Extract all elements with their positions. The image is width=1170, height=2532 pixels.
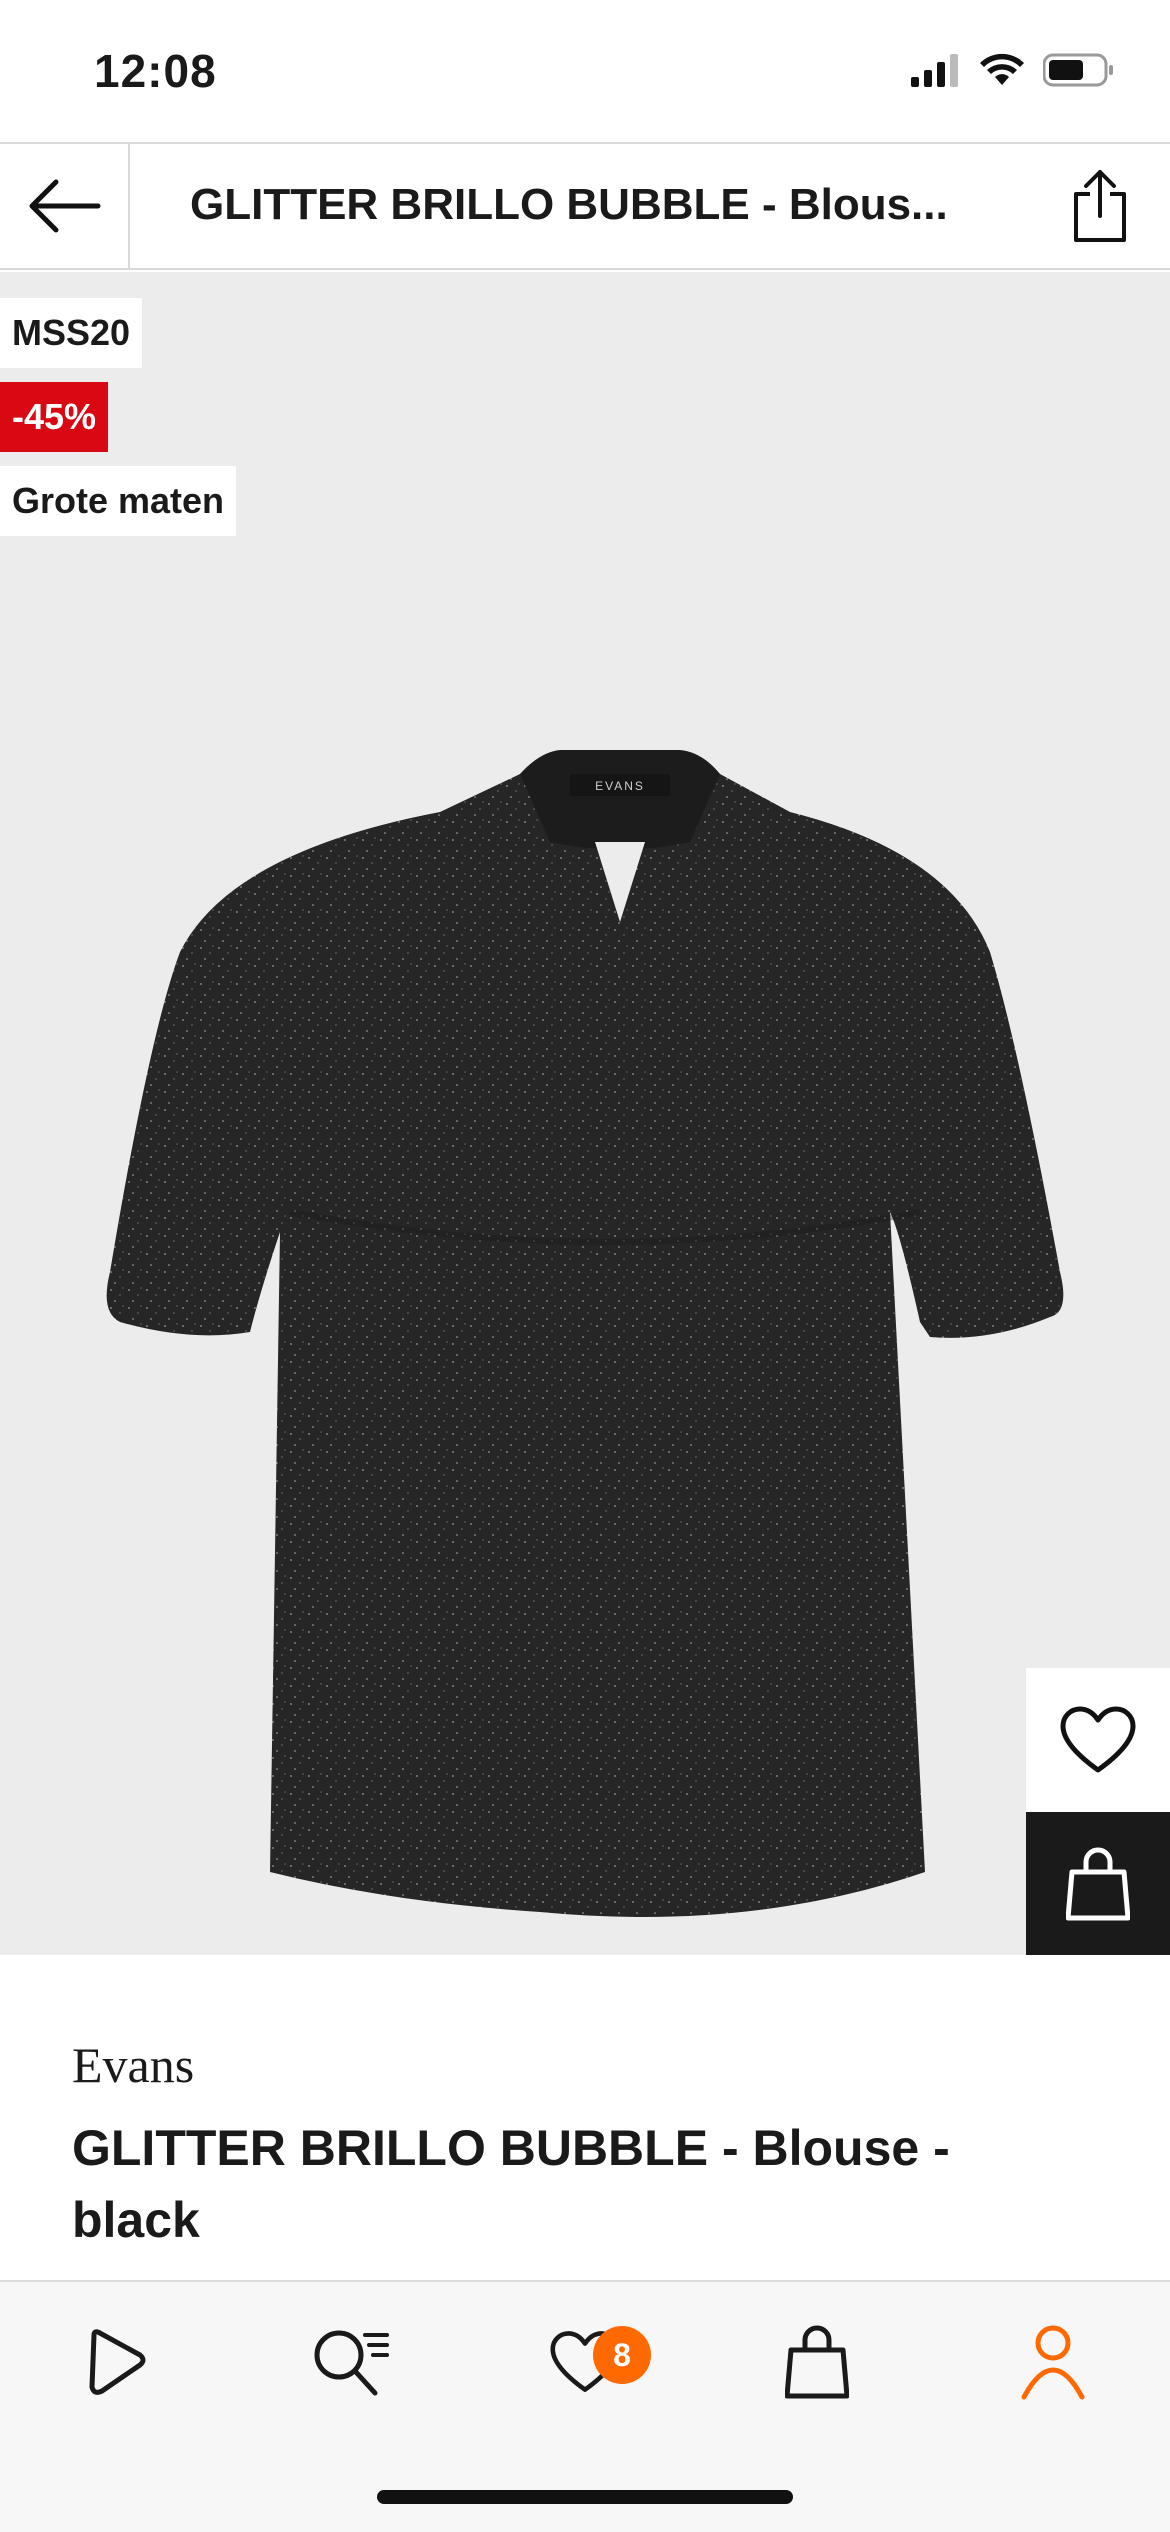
add-to-wishlist-button[interactable] xyxy=(1026,1668,1170,1812)
wishlist-count-badge: 8 xyxy=(593,2326,651,2384)
product-brand[interactable]: Evans xyxy=(72,2036,194,2094)
tab-profile[interactable] xyxy=(1003,2312,1103,2412)
product-image-carousel[interactable]: MSS20 -45% Grote maten EVANS xyxy=(0,272,1170,1955)
product-name: GLITTER BRILLO BUBBLE - Blouse - black xyxy=(72,2120,950,2248)
tab-search[interactable] xyxy=(300,2312,400,2412)
heart-icon xyxy=(1060,1706,1136,1773)
tab-wishlist[interactable]: 8 xyxy=(535,2312,651,2412)
top-navigation-bar: GLITTER BRILLO BUBBLE - Blous... xyxy=(0,142,1170,270)
garment-label: EVANS xyxy=(595,779,645,793)
home-icon xyxy=(89,2329,146,2395)
status-bar: 12:08 xyxy=(0,0,1170,142)
back-button[interactable] xyxy=(0,144,130,268)
status-icons xyxy=(911,52,1115,88)
search-list-icon xyxy=(314,2330,389,2396)
add-to-bag-button[interactable] xyxy=(1026,1812,1170,1955)
wifi-icon xyxy=(980,53,1024,85)
tab-home[interactable] xyxy=(65,2312,165,2412)
arrow-left-icon xyxy=(29,179,101,233)
battery-icon xyxy=(1043,53,1113,87)
page-title: GLITTER BRILLO BUBBLE - Blous... xyxy=(190,180,948,229)
status-time: 12:08 xyxy=(94,45,217,97)
profile-icon xyxy=(1021,2325,1085,2400)
tab-bag[interactable] xyxy=(767,2312,867,2412)
promo-code-badge: MSS20 xyxy=(0,298,143,368)
signal-icon xyxy=(911,54,958,87)
bag-icon xyxy=(785,2325,849,2399)
share-button[interactable] xyxy=(1060,166,1140,246)
discount-badge: -45% xyxy=(0,382,109,452)
home-indicator xyxy=(377,2490,793,2504)
product-image: EVANS xyxy=(106,750,1064,1917)
shopping-bag-icon xyxy=(1066,1847,1130,1921)
share-icon xyxy=(1074,170,1126,242)
